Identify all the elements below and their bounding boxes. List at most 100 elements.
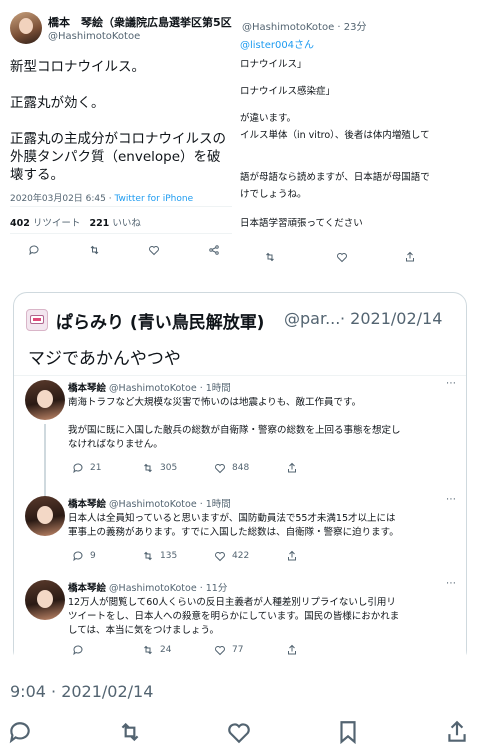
retweet-button[interactable]: 305 xyxy=(142,462,177,474)
like-count[interactable]: 221 xyxy=(89,218,109,229)
reply-to-link[interactable]: @lister004さん xyxy=(240,36,314,51)
tweet-timestamp[interactable]: 2020年03月02日 6:45 · xyxy=(10,194,112,204)
reply-header: 橋本琴絵 @HashimotoKotoe · 11分 xyxy=(68,580,227,594)
retweet-icon xyxy=(144,551,152,561)
retweet-icon xyxy=(144,645,152,655)
divider xyxy=(10,233,232,234)
retweet-label[interactable]: リツイート xyxy=(33,218,81,229)
reply-icon xyxy=(73,463,83,474)
retweet-count: 135 xyxy=(160,551,178,561)
tweet-line: 新型コロナウイルス。 xyxy=(10,59,145,75)
reply-line: 我が国に既に入国した敵兵の総数が自衛隊・警察の総数を上回る事態を想定し xyxy=(68,425,401,436)
quote-date[interactable]: · 2021/02/14 xyxy=(340,309,442,328)
top-right-tweet: @HashimotoKotoe · 23分 @lister004さん ロナウイル… xyxy=(240,0,480,268)
reply-line: けでしょうね。 xyxy=(240,189,307,200)
quote-author-name[interactable]: ぱらみり (青い鳥民解放軍) xyxy=(56,308,264,333)
reply-text: 日本人は全員知っていると思いますが、国防動員法で55才未満15才以上には 軍事上… xyxy=(68,512,399,540)
embedded-screenshot: 橋本琴絵 @HashimotoKotoe · 1時間 ⋯ 南海トラフなど大規模な… xyxy=(14,375,466,664)
retweet-icon xyxy=(144,463,152,473)
tweet-line: 正露丸が効く。 xyxy=(10,95,105,111)
share-icon[interactable] xyxy=(444,719,470,745)
retweet-count[interactable]: 402 xyxy=(10,218,30,229)
reply-line: 南海トラフなど大規模な災害で怖いのは地震よりも、敵工作員です。 xyxy=(68,397,362,408)
retweet-icon[interactable] xyxy=(88,244,101,256)
reply-text: 南海トラフなど大規模な災害で怖いのは地震よりも、敵工作員です。 我が国に既に入国… xyxy=(68,396,401,452)
reply-author-name[interactable]: 橋本琴絵 xyxy=(68,499,106,510)
more-icon[interactable]: ⋯ xyxy=(446,494,456,505)
retweet-button[interactable]: 24 xyxy=(142,644,171,656)
like-button[interactable]: 422 xyxy=(214,550,249,562)
like-count: 77 xyxy=(232,645,244,655)
reply-count: 9 xyxy=(90,551,96,561)
avatar[interactable] xyxy=(26,309,48,331)
reply-author-name[interactable]: 橋本琴絵 xyxy=(68,383,106,394)
like-button[interactable]: 848 xyxy=(214,462,249,474)
quoted-tweet-card[interactable]: ぱらみり (青い鳥民解放軍) @par... · 2021/02/14 マジであ… xyxy=(13,292,467,664)
tweet-text: 新型コロナウイルス。 正露丸が効く。 正露丸の主成分がコロナウイルスの 外膜タン… xyxy=(10,58,242,184)
reply-button[interactable]: 9 xyxy=(72,550,96,562)
tweet-line: 壊する。 xyxy=(10,167,64,183)
tweet-timestamp[interactable]: 9:04 · 2021/02/14 xyxy=(10,682,153,701)
reply-line: ツイートをし、日本人への殺意を明らかにしています。国民の皆様におかれま xyxy=(68,611,400,622)
more-icon[interactable]: ⋯ xyxy=(446,378,456,389)
reply-icon xyxy=(73,551,83,562)
bookmark-icon[interactable] xyxy=(335,719,361,745)
tweet-line xyxy=(10,112,242,130)
reply-author-handle[interactable]: @HashimotoKotoe · 11分 xyxy=(109,583,227,594)
reply-line: ロナウイルス」 xyxy=(240,59,307,70)
more-icon[interactable]: ⋯ xyxy=(446,578,456,589)
share-icon[interactable] xyxy=(286,644,298,656)
author-handle[interactable]: @HashimotoKotoe xyxy=(48,31,140,42)
like-icon[interactable] xyxy=(226,719,252,745)
share-icon[interactable] xyxy=(404,251,416,263)
avatar[interactable] xyxy=(25,580,65,620)
reply-count: 21 xyxy=(90,463,102,473)
reply-button[interactable]: 21 xyxy=(72,462,101,474)
tweet-line: 外膜タンパク質（envelope）を破 xyxy=(10,149,221,165)
reply-icon[interactable] xyxy=(28,244,40,256)
reply-line: 日本語学習頑張ってください xyxy=(240,218,363,229)
retweet-icon[interactable] xyxy=(264,251,276,263)
like-label[interactable]: いいね xyxy=(112,218,141,229)
reply-line: 語が母語なら読めますが、日本語が母国語で xyxy=(240,172,430,183)
reply-button[interactable] xyxy=(72,644,90,656)
reply-line: 軍事上の義務があります。すでに入国した総数は、自衛隊・警察に迫ります。 xyxy=(68,527,399,538)
top-left-tweet: 橋本 琴絵（衆議院広島選挙区第5区 @HashimotoKotoe 新型コロナウ… xyxy=(0,0,240,268)
reply-line: 12万人が閲覧して60人くらいの反日主義者が人種差別リプライないし引用リ xyxy=(68,597,396,608)
like-icon xyxy=(215,464,225,474)
reply-line: イルス単体（in vitro）、後者は体内増殖して xyxy=(240,130,430,141)
like-icon[interactable] xyxy=(148,244,160,256)
reply-author-handle[interactable]: @HashimotoKotoe · 1時間 xyxy=(109,383,231,394)
share-icon[interactable] xyxy=(208,244,220,256)
avatar[interactable] xyxy=(10,12,42,44)
reply-header: 橋本琴絵 @HashimotoKotoe · 1時間 xyxy=(68,496,231,510)
tweet-line xyxy=(10,76,242,94)
reply-author-name[interactable]: 橋本琴絵 xyxy=(68,583,106,594)
retweet-button[interactable]: 135 xyxy=(142,550,177,562)
avatar[interactable] xyxy=(25,380,65,420)
thread-line xyxy=(44,424,46,496)
reply-line: ロナウイルス感染症」 xyxy=(240,86,336,97)
like-icon[interactable] xyxy=(336,251,348,263)
reply-author-handle[interactable]: @HashimotoKotoe · 1時間 xyxy=(109,499,231,510)
like-icon xyxy=(215,552,225,562)
share-icon[interactable] xyxy=(286,550,298,562)
avatar[interactable] xyxy=(25,496,65,536)
like-button[interactable]: 77 xyxy=(214,644,243,656)
retweet-icon[interactable] xyxy=(117,719,143,745)
reply-line: 日本人は全員知っていると思いますが、国防動員法で55才未満15才以上には xyxy=(68,513,396,524)
reply-header: @HashimotoKotoe · 23分 xyxy=(242,22,367,33)
quote-author-handle[interactable]: @par... xyxy=(284,309,340,328)
reply-icon[interactable] xyxy=(7,719,33,745)
like-count: 422 xyxy=(232,551,250,561)
quote-text: マジであかんやつや xyxy=(28,349,181,369)
divider xyxy=(10,206,232,207)
share-icon[interactable] xyxy=(286,462,298,474)
reply-header: 橋本琴絵 @HashimotoKotoe · 1時間 xyxy=(68,380,231,394)
reply-icon xyxy=(73,645,83,656)
tweet-source[interactable]: Twitter for iPhone xyxy=(114,194,193,204)
author-name[interactable]: 橋本 琴絵（衆議院広島選挙区第5区 xyxy=(48,14,232,30)
like-count: 848 xyxy=(232,463,250,473)
retweet-count: 24 xyxy=(160,645,172,655)
reply-line: しては、本当に気をつけましょう。 xyxy=(68,625,219,636)
